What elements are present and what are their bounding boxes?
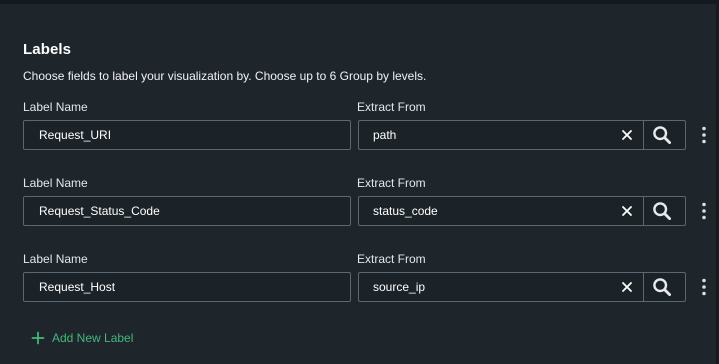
extract-from-caption: Extract From	[357, 176, 426, 190]
kebab-menu-icon[interactable]	[700, 278, 708, 296]
search-divider	[643, 273, 644, 301]
extract-from-value: status_code	[373, 204, 438, 218]
kebab-menu-icon[interactable]	[700, 126, 708, 144]
add-new-label-text: Add New Label	[52, 331, 134, 345]
search-divider	[643, 121, 644, 149]
close-icon[interactable]	[621, 281, 633, 293]
label-name-input[interactable]	[23, 196, 351, 226]
section-description: Choose fields to label your visualizatio…	[23, 69, 427, 83]
label-row: Label Name Extract From path	[0, 100, 719, 160]
add-new-label-button[interactable]: Add New Label	[31, 329, 133, 347]
label-name-caption: Label Name	[23, 252, 88, 266]
search-icon[interactable]	[652, 125, 672, 145]
search-icon[interactable]	[652, 201, 672, 221]
extract-from-caption: Extract From	[357, 252, 426, 266]
extract-from-field[interactable]: source_ip	[358, 272, 686, 302]
search-icon[interactable]	[652, 277, 672, 297]
kebab-menu-icon[interactable]	[700, 202, 708, 220]
label-name-caption: Label Name	[23, 176, 88, 190]
extract-from-field[interactable]: path	[358, 120, 686, 150]
label-name-input[interactable]	[23, 272, 351, 302]
label-row: Label Name Extract From status_code	[0, 176, 719, 236]
close-icon[interactable]	[621, 205, 633, 217]
label-name-caption: Label Name	[23, 100, 88, 114]
label-row: Label Name Extract From source_ip	[0, 252, 719, 312]
close-icon[interactable]	[621, 129, 633, 141]
section-title: Labels	[23, 41, 72, 58]
plus-icon	[31, 331, 45, 345]
label-name-input[interactable]	[23, 120, 351, 150]
search-divider	[643, 197, 644, 225]
extract-from-caption: Extract From	[357, 100, 426, 114]
extract-from-field[interactable]: status_code	[358, 196, 686, 226]
extract-from-value: path	[373, 128, 397, 142]
top-bar	[0, 0, 719, 4]
extract-from-value: source_ip	[373, 280, 426, 294]
